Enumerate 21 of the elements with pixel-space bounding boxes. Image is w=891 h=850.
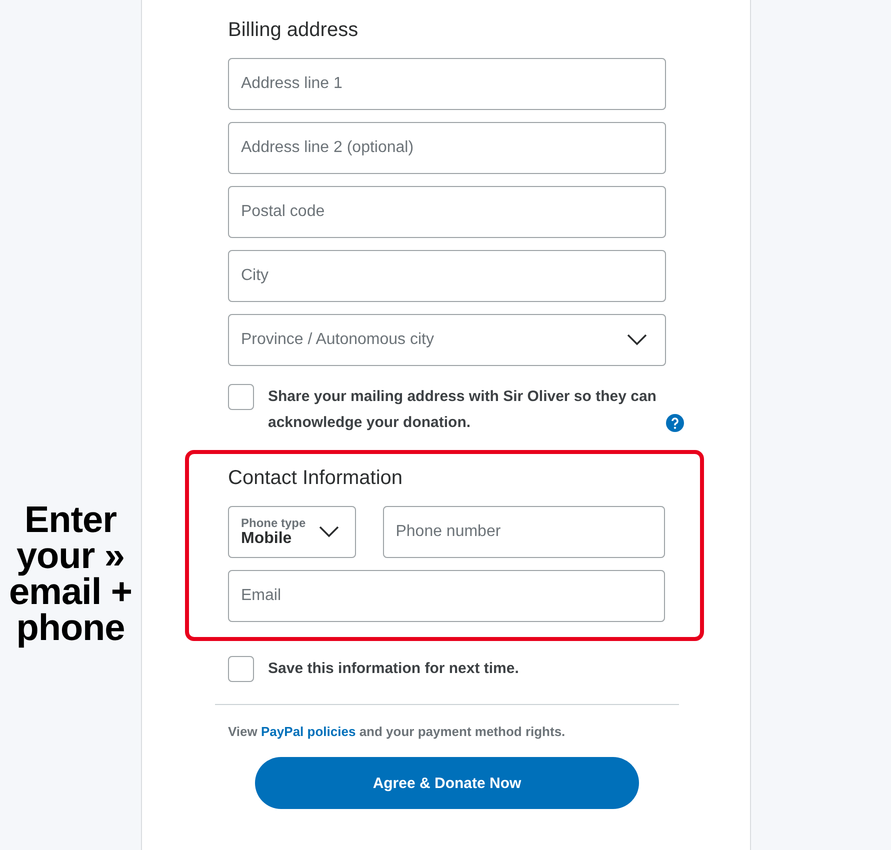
- checkbox-label: Save this information for next time.: [268, 659, 519, 679]
- checkbox[interactable]: [228, 656, 254, 682]
- input-field[interactable]: Address line 2 (optional): [228, 122, 666, 174]
- section-title: Billing address: [228, 19, 360, 42]
- annotation-text: Enter your » email + phone: [8, 502, 132, 646]
- section-title: Contact Information: [228, 467, 404, 490]
- province-dropdown[interactable]: Province / Autonomous city: [228, 314, 666, 366]
- input-field[interactable]: Address line 1: [228, 58, 666, 110]
- input-field[interactable]: City: [228, 250, 666, 302]
- phone-field[interactable]: Phone number: [382, 506, 665, 558]
- donate-button[interactable]: Agree & Donate Now: [255, 757, 639, 809]
- chevron-down-icon: [627, 334, 647, 346]
- checkbox-label: Share your mailing address with Sir Oliver so they can acknowledge your donation.: [268, 387, 658, 433]
- policy-text: View PayPal policies and your payment method rights.: [228, 724, 566, 739]
- help-icon[interactable]: [666, 414, 684, 432]
- chevron-down-icon: [318, 526, 339, 538]
- checkbox[interactable]: [228, 384, 254, 410]
- email-field[interactable]: Email: [228, 570, 665, 622]
- input-field[interactable]: Postal code: [228, 186, 666, 238]
- policies-link[interactable]: PayPal policies: [261, 724, 356, 739]
- phone-type-dropdown[interactable]: Phone type Mobile: [228, 506, 356, 558]
